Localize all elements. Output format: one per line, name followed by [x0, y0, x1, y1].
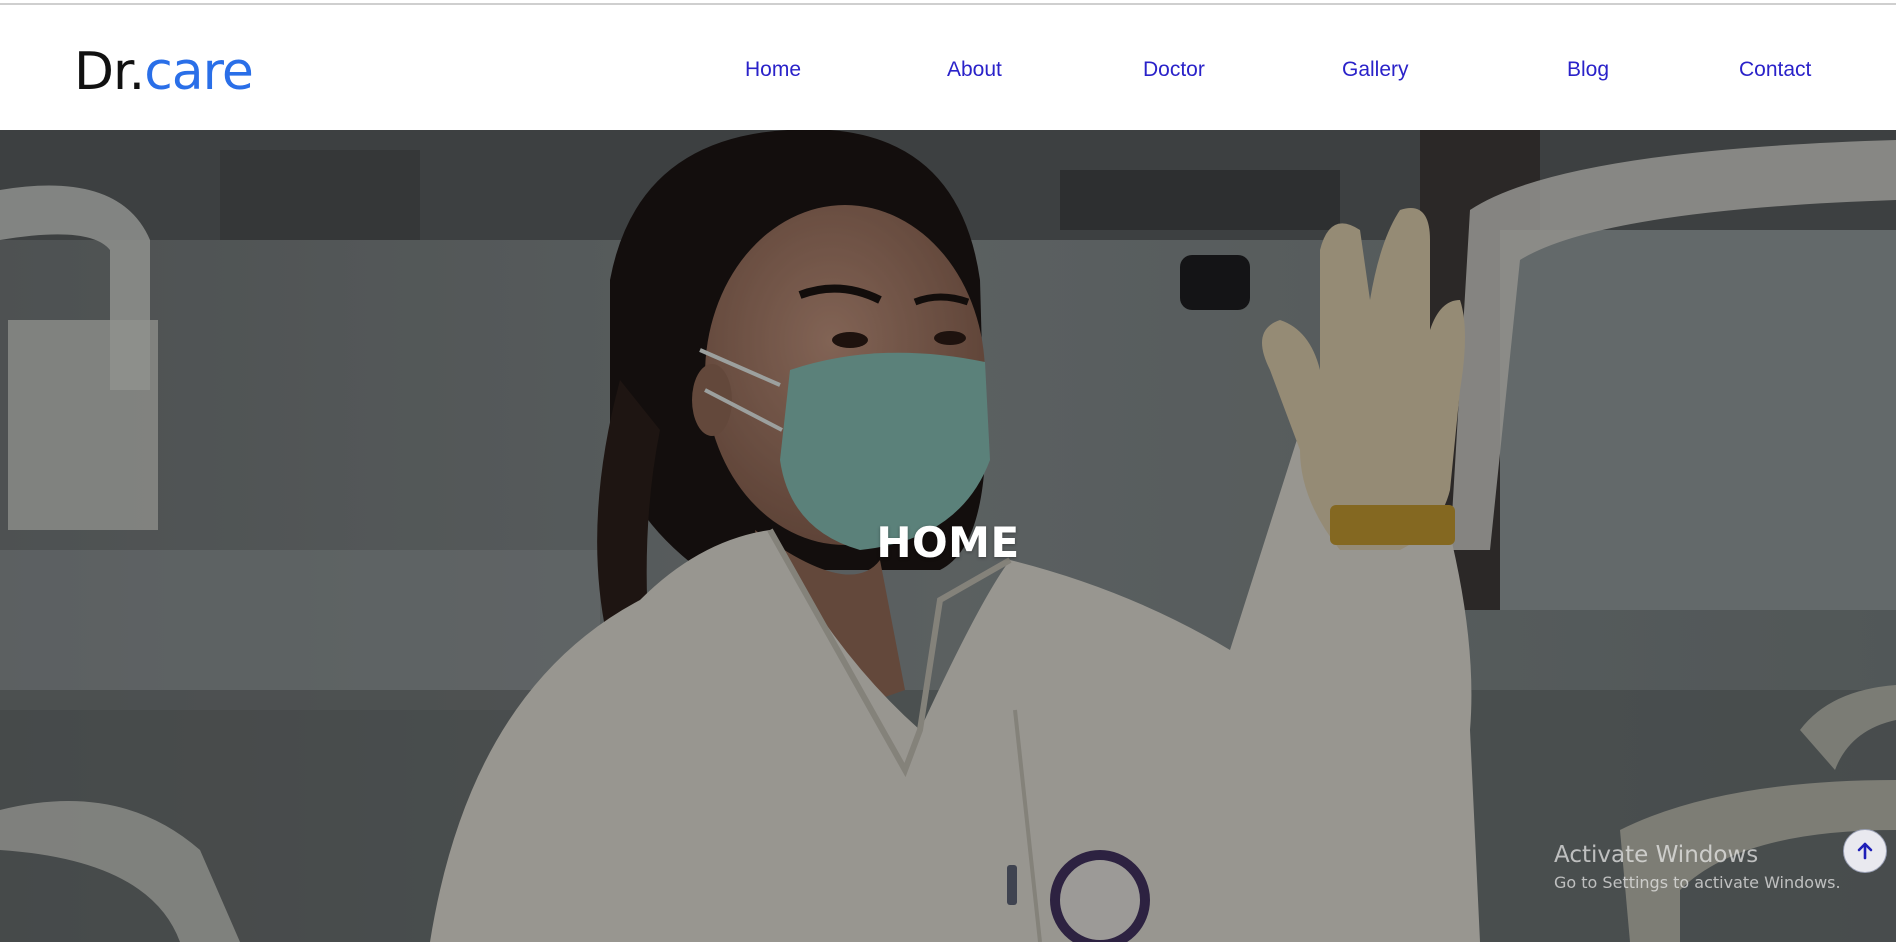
nav-gallery[interactable]: Gallery — [1342, 55, 1409, 85]
arrow-up-icon — [1857, 842, 1873, 860]
nav-doctor[interactable]: Doctor — [1143, 55, 1205, 85]
hero-banner: HOME — [0, 130, 1896, 942]
nav-blog[interactable]: Blog — [1567, 55, 1609, 85]
hero-title: HOME — [876, 518, 1020, 567]
nav-home[interactable]: Home — [745, 55, 801, 85]
watermark-subtitle: Go to Settings to activate Windows. — [1554, 873, 1841, 892]
logo-suffix: care — [144, 42, 254, 102]
nav-contact[interactable]: Contact — [1739, 55, 1811, 85]
site-header: Dr.care Home About Doctor Gallery Blog C… — [0, 5, 1896, 130]
nav-about[interactable]: About — [947, 55, 1002, 85]
site-logo[interactable]: Dr.care — [74, 37, 254, 107]
back-to-top-button[interactable] — [1843, 829, 1887, 873]
windows-activation-watermark: Activate Windows Go to Settings to activ… — [1554, 840, 1841, 894]
watermark-title: Activate Windows — [1554, 842, 1759, 868]
logo-prefix: Dr. — [74, 42, 145, 102]
